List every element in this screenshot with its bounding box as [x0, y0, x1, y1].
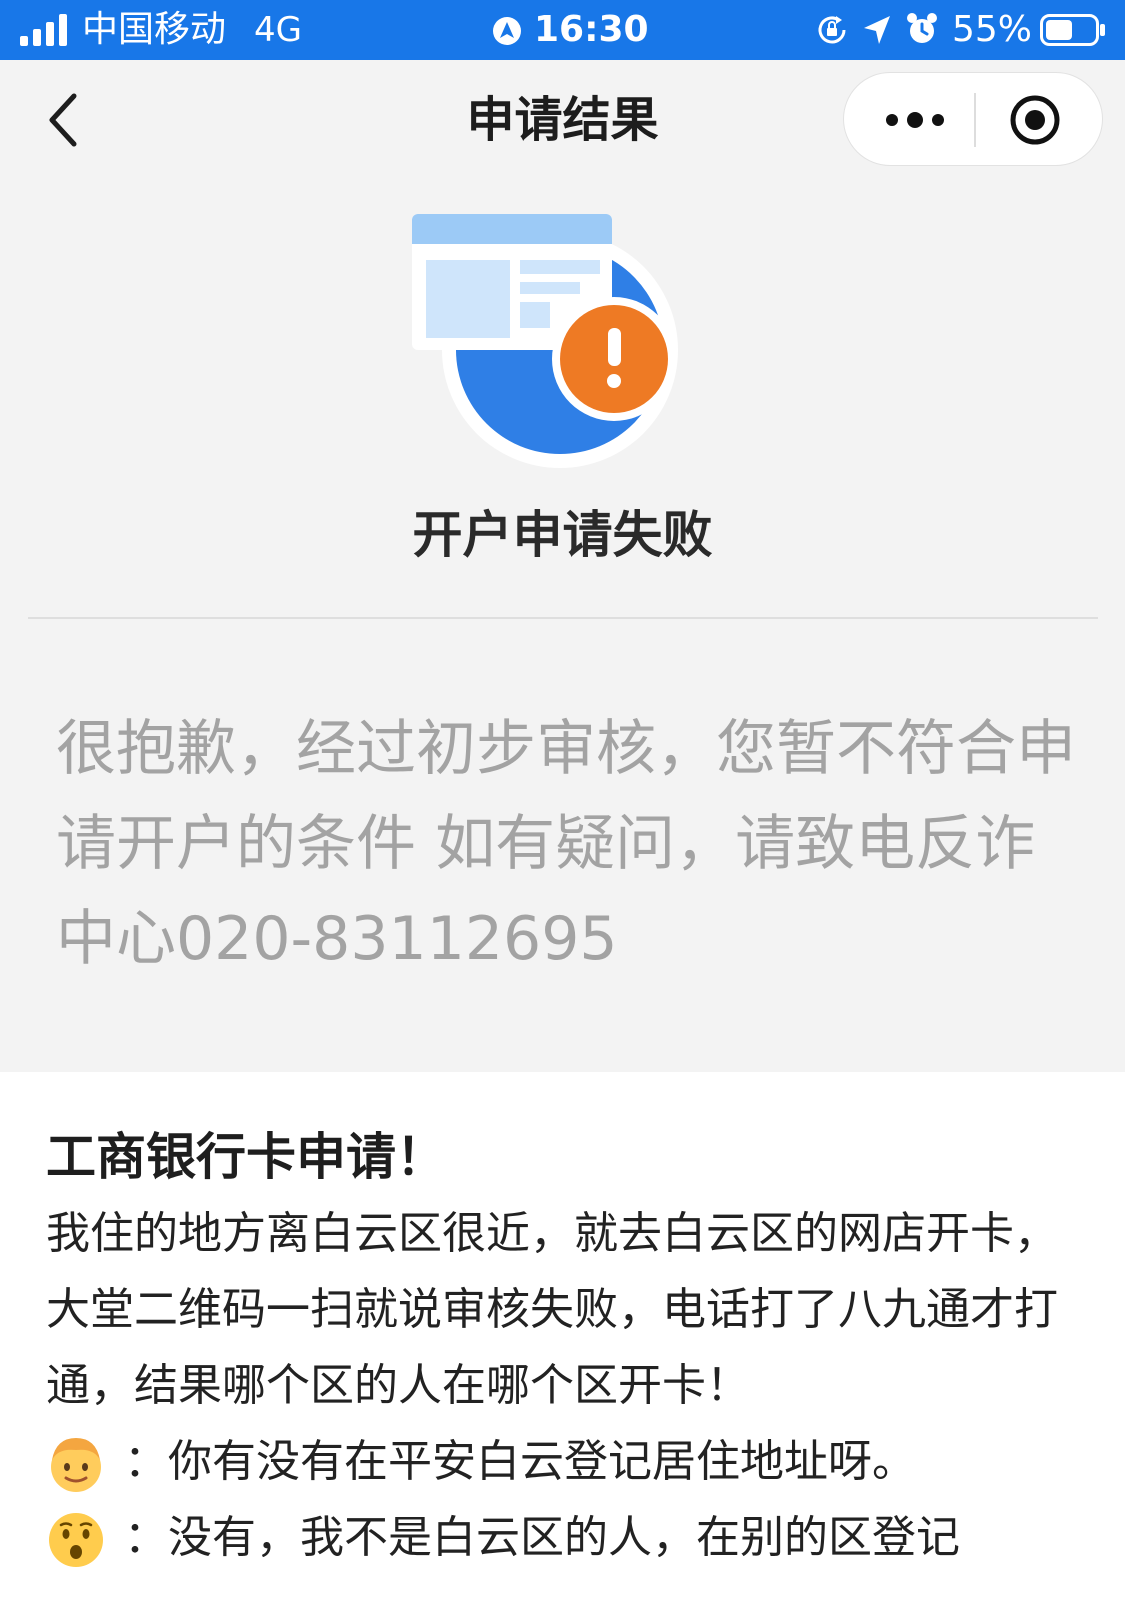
result-panel: 开户申请失败 很抱歉，经过初步审核，您暂不符合申请开户的条件 如有疑问，请致电反…	[0, 180, 1125, 1072]
carrier-name: 中国移动	[82, 9, 227, 50]
location-active-icon	[493, 17, 521, 45]
alarm-clock-icon	[907, 13, 937, 43]
location-arrow-icon	[864, 16, 890, 44]
navigation-bar: 申请结果	[0, 60, 1125, 180]
more-options-icon[interactable]	[884, 100, 946, 140]
chat-text: ：没有，我不是白云区的人，在别的区登记	[124, 1512, 960, 1563]
battery-icon	[1040, 14, 1105, 46]
battery-percentage: 55%	[952, 9, 1033, 50]
post-body: 我住的地方离白云区很近，就去白云区的网店开卡，大堂二维码一扫就说审核失败，电话打…	[46, 1208, 1058, 1411]
chat-line: ：没有，我不是白云区的人，在别的区登记	[46, 1500, 1106, 1576]
clock-time: 16:30	[534, 9, 649, 50]
rotation-lock-icon	[818, 16, 846, 44]
capsule-divider	[974, 93, 976, 147]
post-title: 工商银行卡申请！	[46, 1128, 446, 1186]
section-divider	[28, 617, 1098, 619]
failure-heading: 开户申请失败	[412, 506, 713, 564]
close-mini-program-icon[interactable]	[1009, 94, 1061, 146]
status-bar: 中国移动 4G 16:30 55%	[0, 0, 1125, 60]
chat-line: ：你有没有在平安白云登记居住地址呀。	[46, 1424, 1106, 1500]
network-type: 4G	[254, 10, 302, 50]
failure-message: 很抱歉，经过初步审核，您暂不符合申请开户的条件 如有疑问，请致电反诈中心020-…	[56, 714, 1076, 974]
surprised-face-emoji-icon	[49, 1513, 103, 1567]
application-failed-illustration	[412, 214, 678, 468]
post-content: 工商银行卡申请！ 我住的地方离白云区很近，就去白云区的网店开卡，大堂二维码一扫就…	[0, 1072, 1125, 1603]
chat-text: ：你有没有在平安白云登记居住地址呀。	[124, 1436, 916, 1487]
signal-strength-icon	[20, 14, 67, 46]
mini-program-capsule	[843, 72, 1103, 166]
man-face-emoji-icon	[51, 1438, 101, 1492]
